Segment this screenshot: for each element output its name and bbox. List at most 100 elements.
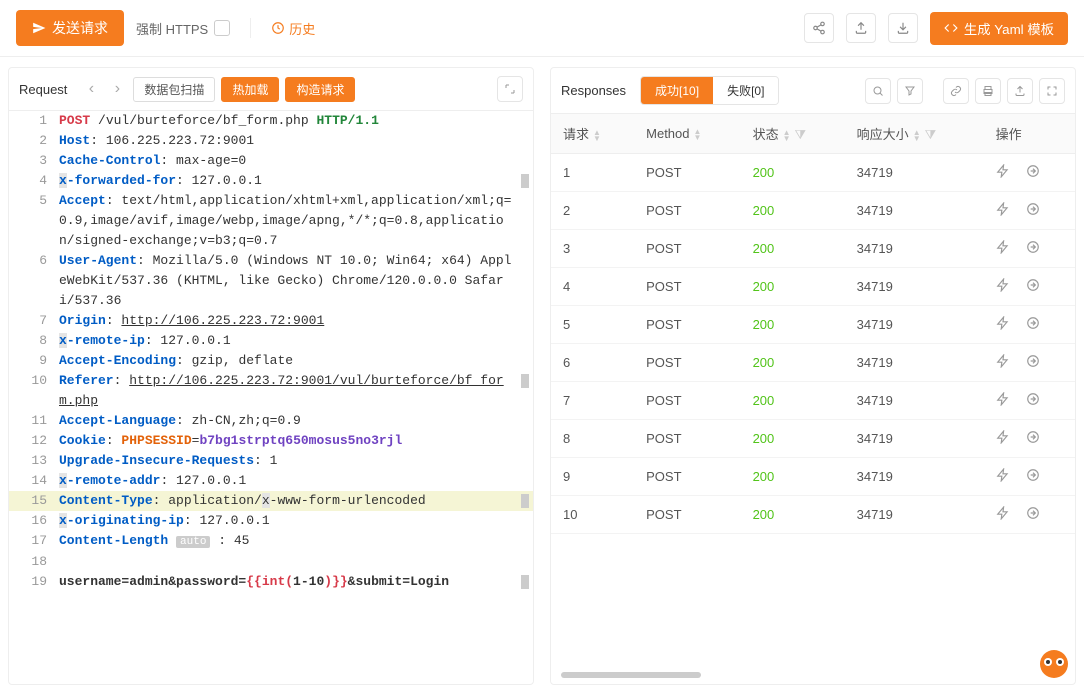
- code-content[interactable]: Upgrade-Insecure-Requests: 1: [59, 451, 533, 471]
- editor-line[interactable]: 11Accept-Language: zh-CN,zh;q=0.9: [9, 411, 533, 431]
- code-content[interactable]: username=admin&password={{int(1-10)}}&su…: [59, 572, 533, 592]
- editor-line[interactable]: 5Accept: text/html,application/xhtml+xml…: [9, 191, 533, 251]
- fold-marker[interactable]: [521, 374, 529, 388]
- table-row[interactable]: 4 POST 200 34719: [551, 268, 1075, 306]
- table-row[interactable]: 10 POST 200 34719: [551, 496, 1075, 534]
- prev-button[interactable]: ‹: [81, 79, 101, 99]
- code-content[interactable]: x-remote-addr: 127.0.0.1: [59, 471, 533, 491]
- editor-line[interactable]: 3Cache-Control: max-age=0: [9, 151, 533, 171]
- export-button[interactable]: [846, 13, 876, 43]
- sort-icon[interactable]: ▲▼: [913, 130, 921, 142]
- table-row[interactable]: 1 POST 200 34719: [551, 154, 1075, 192]
- col-method[interactable]: Method▲▼: [634, 114, 740, 154]
- expand-button[interactable]: [497, 76, 523, 102]
- code-content[interactable]: Cache-Control: max-age=0: [59, 151, 533, 171]
- table-row[interactable]: 5 POST 200 34719: [551, 306, 1075, 344]
- replay-button[interactable]: [996, 354, 1010, 371]
- request-editor[interactable]: 1POST /vul/burteforce/bf_form.php HTTP/1…: [9, 111, 533, 684]
- import-button[interactable]: [888, 13, 918, 43]
- sort-icon[interactable]: ▲▼: [593, 130, 601, 142]
- editor-line[interactable]: 6User-Agent: Mozilla/5.0 (Windows NT 10.…: [9, 251, 533, 311]
- col-status[interactable]: 状态▲▼⧩: [741, 114, 845, 154]
- editor-line[interactable]: 1POST /vul/burteforce/bf_form.php HTTP/1…: [9, 111, 533, 131]
- filter-icon[interactable]: ⧩: [925, 127, 937, 142]
- editor-line[interactable]: 10Referer: http://106.225.223.72:9001/vu…: [9, 371, 533, 411]
- print-button[interactable]: [975, 78, 1001, 104]
- fullscreen-button[interactable]: [1039, 78, 1065, 104]
- code-content[interactable]: x-forwarded-for: 127.0.0.1: [59, 171, 533, 191]
- tab-success[interactable]: 成功[10]: [641, 77, 713, 104]
- goto-button[interactable]: [1026, 392, 1040, 409]
- replay-button[interactable]: [996, 392, 1010, 409]
- history-link[interactable]: 历史: [271, 19, 315, 38]
- force-https-checkbox[interactable]: [214, 20, 230, 36]
- replay-button[interactable]: [996, 468, 1010, 485]
- code-content[interactable]: POST /vul/burteforce/bf_form.php HTTP/1.…: [59, 111, 533, 131]
- code-content[interactable]: x-remote-ip: 127.0.0.1: [59, 331, 533, 351]
- search-button[interactable]: [865, 78, 891, 104]
- table-row[interactable]: 7 POST 200 34719: [551, 382, 1075, 420]
- code-content[interactable]: Content-Length auto : 45: [59, 531, 533, 552]
- link-button[interactable]: [943, 78, 969, 104]
- replay-button[interactable]: [996, 506, 1010, 523]
- goto-button[interactable]: [1026, 316, 1040, 333]
- goto-button[interactable]: [1026, 506, 1040, 523]
- code-content[interactable]: Host: 106.225.223.72:9001: [59, 131, 533, 151]
- table-row[interactable]: 6 POST 200 34719: [551, 344, 1075, 382]
- sort-icon[interactable]: ▲▼: [783, 130, 791, 142]
- table-row[interactable]: 8 POST 200 34719: [551, 420, 1075, 458]
- editor-line[interactable]: 16x-originating-ip: 127.0.0.1: [9, 511, 533, 531]
- replay-button[interactable]: [996, 164, 1010, 181]
- code-content[interactable]: Referer: http://106.225.223.72:9001/vul/…: [59, 371, 533, 411]
- replay-button[interactable]: [996, 316, 1010, 333]
- goto-button[interactable]: [1026, 278, 1040, 295]
- filter-button[interactable]: [897, 78, 923, 104]
- code-content[interactable]: Origin: http://106.225.223.72:9001: [59, 311, 533, 331]
- scan-packet-button[interactable]: 数据包扫描: [133, 77, 215, 102]
- goto-button[interactable]: [1026, 202, 1040, 219]
- filter-icon[interactable]: ⧩: [795, 127, 807, 142]
- replay-button[interactable]: [996, 240, 1010, 257]
- goto-button[interactable]: [1026, 430, 1040, 447]
- editor-line[interactable]: 12Cookie: PHPSESSID=b7bg1strptq650mosus5…: [9, 431, 533, 451]
- editor-line[interactable]: 13Upgrade-Insecure-Requests: 1: [9, 451, 533, 471]
- code-content[interactable]: Cookie: PHPSESSID=b7bg1strptq650mosus5no…: [59, 431, 533, 451]
- next-button[interactable]: ›: [107, 79, 127, 99]
- replay-button[interactable]: [996, 278, 1010, 295]
- editor-line[interactable]: 14x-remote-addr: 127.0.0.1: [9, 471, 533, 491]
- editor-line[interactable]: 8x-remote-ip: 127.0.0.1: [9, 331, 533, 351]
- force-https-option[interactable]: 强制 HTTPS: [136, 19, 230, 38]
- sort-icon[interactable]: ▲▼: [694, 129, 702, 141]
- horizontal-scrollbar[interactable]: [561, 672, 701, 678]
- table-row[interactable]: 2 POST 200 34719: [551, 192, 1075, 230]
- table-row[interactable]: 9 POST 200 34719: [551, 458, 1075, 496]
- send-request-button[interactable]: 发送请求: [16, 10, 124, 46]
- goto-button[interactable]: [1026, 240, 1040, 257]
- fold-marker[interactable]: [521, 174, 529, 188]
- fold-marker[interactable]: [521, 494, 529, 508]
- goto-button[interactable]: [1026, 164, 1040, 181]
- fold-marker[interactable]: [521, 575, 529, 589]
- code-content[interactable]: Accept: text/html,application/xhtml+xml,…: [59, 191, 533, 251]
- col-request[interactable]: 请求▲▼: [551, 114, 634, 154]
- export2-button[interactable]: [1007, 78, 1033, 104]
- editor-line[interactable]: 19username=admin&password={{int(1-10)}}&…: [9, 572, 533, 592]
- replay-button[interactable]: [996, 430, 1010, 447]
- goto-button[interactable]: [1026, 354, 1040, 371]
- table-row[interactable]: 3 POST 200 34719: [551, 230, 1075, 268]
- code-content[interactable]: User-Agent: Mozilla/5.0 (Windows NT 10.0…: [59, 251, 533, 311]
- code-content[interactable]: Accept-Encoding: gzip, deflate: [59, 351, 533, 371]
- share-button[interactable]: [804, 13, 834, 43]
- editor-line[interactable]: 7Origin: http://106.225.223.72:9001: [9, 311, 533, 331]
- code-content[interactable]: x-originating-ip: 127.0.0.1: [59, 511, 533, 531]
- editor-line[interactable]: 4x-forwarded-for: 127.0.0.1: [9, 171, 533, 191]
- code-content[interactable]: Content-Type: application/x-www-form-url…: [59, 491, 533, 511]
- replay-button[interactable]: [996, 202, 1010, 219]
- hot-load-button[interactable]: 热加载: [221, 77, 279, 102]
- editor-line[interactable]: 9Accept-Encoding: gzip, deflate: [9, 351, 533, 371]
- editor-line[interactable]: 2Host: 106.225.223.72:9001: [9, 131, 533, 151]
- editor-line[interactable]: 15Content-Type: application/x-www-form-u…: [9, 491, 533, 511]
- code-content[interactable]: [59, 552, 533, 572]
- generate-yaml-button[interactable]: 生成 Yaml 模板: [930, 12, 1068, 45]
- tab-fail[interactable]: 失败[0]: [713, 77, 778, 104]
